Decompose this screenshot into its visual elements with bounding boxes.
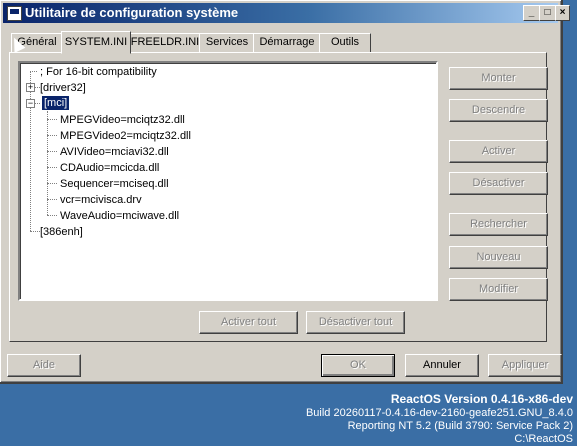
move-up-button[interactable]: Monter <box>449 67 548 90</box>
app-icon <box>7 6 22 21</box>
tree-item-mci[interactable]: [mci] <box>40 95 71 111</box>
cancel-button[interactable]: Annuler <box>405 354 479 377</box>
enable-button[interactable]: Activer <box>449 140 548 163</box>
tab-freeldr-ini[interactable]: FREELDR.INI <box>129 33 201 53</box>
disable-button[interactable]: Désactiver <box>449 172 548 195</box>
tree-item-mci-entry[interactable]: CDAudio=mcicda.dll <box>60 161 159 175</box>
tree-item-386enh[interactable]: [386enh] <box>40 225 83 239</box>
disable-all-button[interactable]: Désactiver tout <box>306 311 405 334</box>
tab-tools[interactable]: Outils <box>319 33 371 53</box>
window-title: Utilitaire de configuration système <box>25 5 239 20</box>
tree-item-mci-entry[interactable]: MPEGVideo2=mciqtz32.dll <box>60 129 191 143</box>
move-down-button[interactable]: Descendre <box>449 99 548 122</box>
expand-driver32-icon[interactable]: + <box>26 83 35 92</box>
tree-item-driver32[interactable]: [driver32] <box>40 81 86 95</box>
close-button[interactable]: × <box>555 5 570 21</box>
tree-item-mci-entry[interactable]: vcr=mcivisca.drv <box>60 193 142 207</box>
tree-item-mci-entry[interactable]: WaveAudio=mciwave.dll <box>60 209 179 223</box>
apply-button[interactable]: Appliquer <box>488 354 562 377</box>
minimize-button[interactable]: _ <box>523 5 540 21</box>
new-button[interactable]: Nouveau <box>449 246 548 269</box>
desktop-version-text: ReactOS Version 0.4.16-x86-dev <box>390 392 573 406</box>
tab-services[interactable]: Services <box>199 33 255 53</box>
tab-system-ini[interactable]: SYSTEM.INI <box>61 31 131 54</box>
ini-tree-view[interactable]: ; For 16-bit compatibility + [driver32] … <box>18 61 438 301</box>
tree-item-mci-entry[interactable]: Sequencer=mciseq.dll <box>60 177 169 191</box>
maximize-button[interactable]: □ <box>539 5 556 21</box>
enable-all-button[interactable]: Activer tout <box>199 311 298 334</box>
title-bar[interactable]: Utilitaire de configuration système _ □ … <box>3 3 570 23</box>
edit-button[interactable]: Modifier <box>449 278 548 301</box>
tab-startup[interactable]: Démarrage <box>253 33 321 53</box>
tree-item-mci-entry[interactable]: MPEGVideo=mciqtz32.dll <box>60 113 185 127</box>
desktop-reporting-text: Reporting NT 5.2 (Build 3790: Service Pa… <box>347 420 573 432</box>
help-button[interactable]: Aide <box>7 354 81 377</box>
desktop-build-text: Build 20260117-0.4.16-dev-2160-geafe251.… <box>305 407 573 419</box>
desktop-path-text: C:\ReactOS <box>514 433 573 445</box>
tree-item-comment[interactable]: ; For 16-bit compatibility <box>40 65 157 79</box>
collapse-mci-icon[interactable]: − <box>26 99 35 108</box>
tree-item-mci-entry[interactable]: AVIVideo=mciavi32.dll <box>60 145 169 159</box>
ok-button[interactable]: OK <box>321 354 395 377</box>
search-button[interactable]: Rechercher <box>449 213 548 236</box>
config-utility-window: Utilitaire de configuration système _ □ … <box>0 0 570 384</box>
